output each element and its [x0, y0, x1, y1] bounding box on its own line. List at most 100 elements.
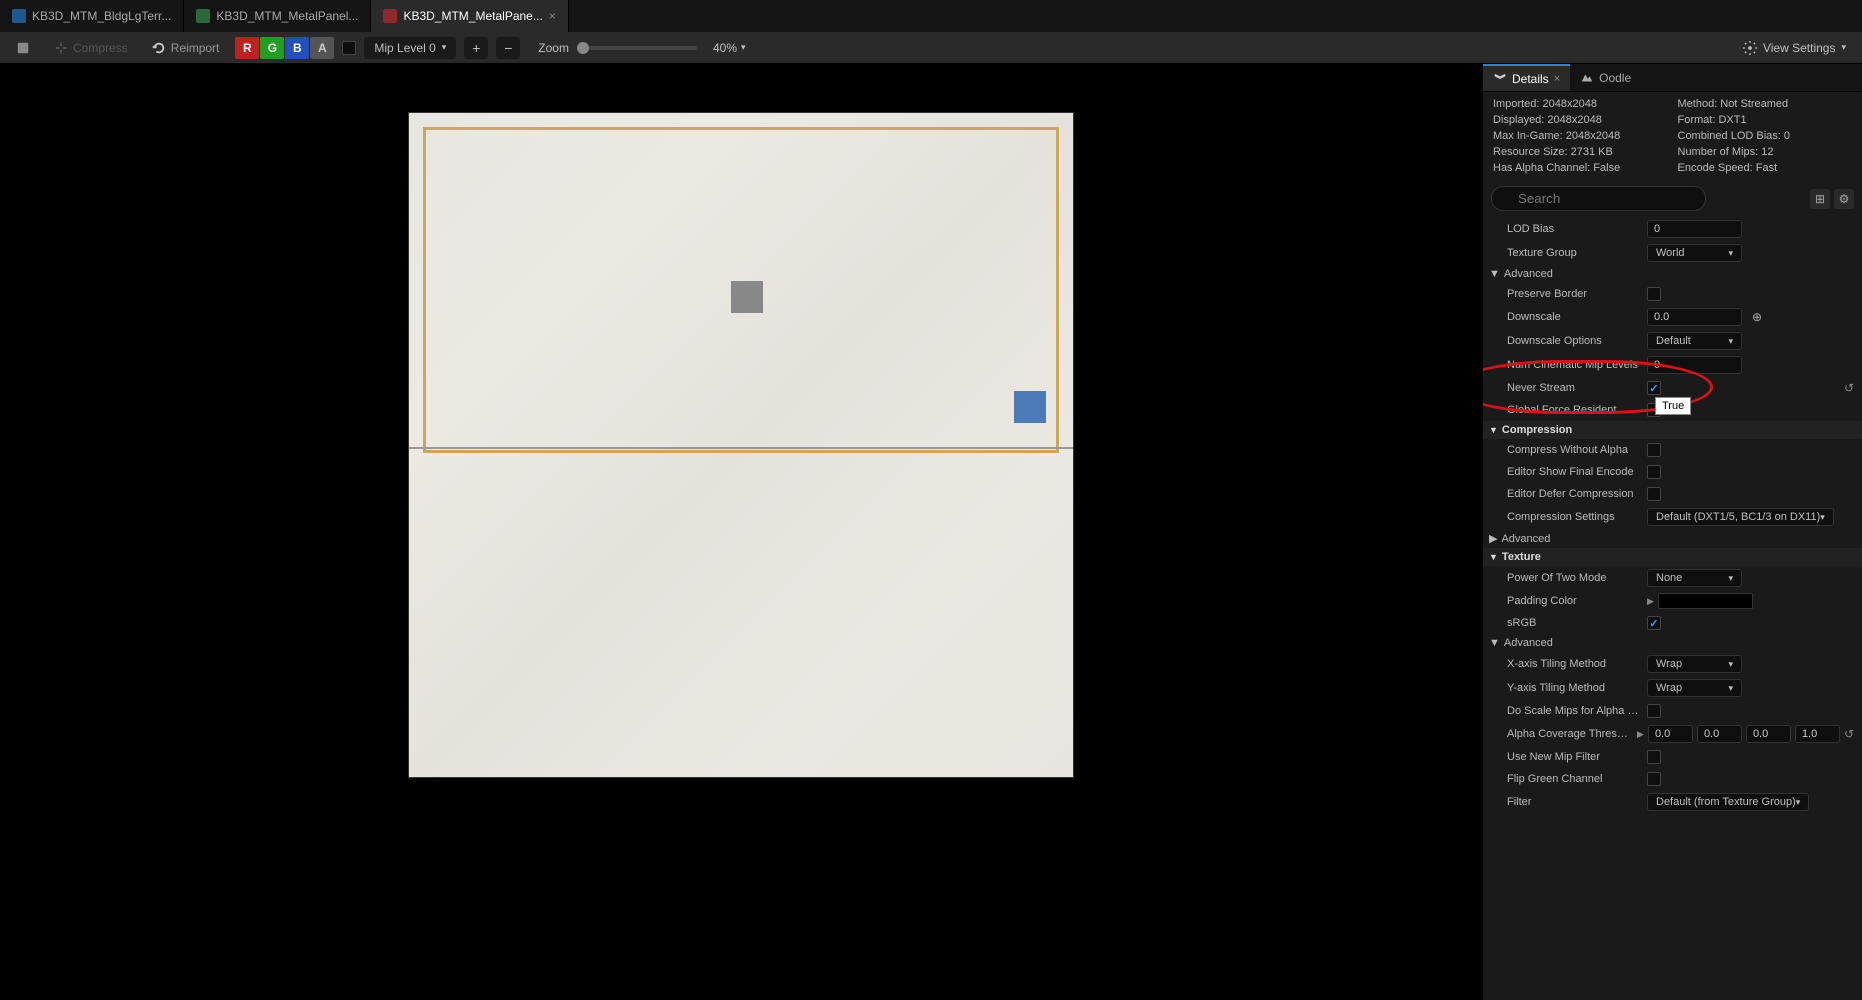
info-combined-lod: Combined LOD Bias: 0: [1678, 130, 1853, 142]
triangle-right-icon[interactable]: ▶: [1637, 729, 1644, 740]
zoom-slider[interactable]: [577, 46, 697, 50]
info-method: Method: Not Streamed: [1678, 98, 1853, 110]
channel-b-toggle[interactable]: B: [285, 37, 309, 59]
channel-r-toggle[interactable]: R: [235, 37, 259, 59]
texture-marker: [731, 281, 763, 313]
chevron-down-icon: ▾: [1728, 683, 1733, 694]
texture-preview: [408, 112, 1074, 778]
zoom-value-dropdown[interactable]: 40% ▾: [713, 41, 746, 55]
view-settings-dropdown[interactable]: View Settings ▾: [1735, 37, 1854, 59]
chevron-down-icon: ▾: [1728, 336, 1733, 347]
compress-wo-alpha-checkbox[interactable]: [1647, 443, 1661, 457]
prop-flip-green: Flip Green Channel: [1483, 768, 1862, 790]
oodle-icon: [1580, 71, 1594, 85]
prop-label: Do Scale Mips for Alpha Cove...: [1491, 705, 1639, 717]
lod-bias-input[interactable]: [1647, 220, 1742, 238]
srgb-checkbox[interactable]: [1647, 616, 1661, 630]
padding-color-swatch[interactable]: [1658, 593, 1753, 609]
channel-g-toggle[interactable]: G: [260, 37, 284, 59]
save-icon: [16, 41, 30, 55]
triangle-right-icon[interactable]: ▶: [1647, 596, 1654, 607]
mip-level-dropdown[interactable]: Mip Level 0 ▾: [364, 37, 456, 59]
alpha-cov-2-input[interactable]: [1746, 725, 1791, 743]
zoom-value: 40%: [713, 41, 737, 55]
details-icon: [1493, 72, 1507, 86]
advanced-toggle[interactable]: ▶Advanced: [1483, 529, 1862, 548]
editor-defer-checkbox[interactable]: [1647, 487, 1661, 501]
prop-lod-bias: LOD Bias: [1483, 217, 1862, 241]
prop-compress-wo-alpha: Compress Without Alpha: [1483, 439, 1862, 461]
prop-padding-color: Padding Color ▶: [1483, 590, 1862, 612]
section-compression[interactable]: ▼Compression: [1483, 421, 1862, 439]
info-imported: Imported: 2048x2048: [1493, 98, 1668, 110]
alpha-cov-0-input[interactable]: [1648, 725, 1693, 743]
preserve-border-checkbox[interactable]: [1647, 287, 1661, 301]
y-tiling-dropdown[interactable]: Wrap▾: [1647, 679, 1742, 697]
editor-show-final-checkbox[interactable]: [1647, 465, 1661, 479]
reimport-icon: [152, 41, 166, 55]
texture-viewport[interactable]: [0, 64, 1482, 1000]
settings-gear-button[interactable]: ⚙: [1834, 189, 1854, 209]
alpha-cov-3-input[interactable]: [1795, 725, 1840, 743]
num-cinematic-input[interactable]: [1647, 356, 1742, 374]
compress-button[interactable]: Compress: [46, 37, 136, 59]
alpha-cov-1-input[interactable]: [1697, 725, 1742, 743]
power-of-two-dropdown[interactable]: None▾: [1647, 569, 1742, 587]
property-list[interactable]: LOD Bias Texture Group World▾ ▼Advanced …: [1483, 217, 1862, 1000]
add-icon[interactable]: ⊕: [1752, 310, 1762, 324]
save-button[interactable]: [8, 37, 38, 59]
texture-group-dropdown[interactable]: World▾: [1647, 244, 1742, 262]
prop-num-cinematic: Num Cinematic Mip Levels: [1483, 353, 1862, 377]
close-icon[interactable]: ×: [1554, 73, 1560, 85]
alpha-preview-checkbox[interactable]: [342, 41, 356, 55]
property-matrix-button[interactable]: ⊞: [1810, 189, 1830, 209]
reimport-button[interactable]: Reimport: [144, 37, 228, 59]
downscale-options-dropdown[interactable]: Default▾: [1647, 332, 1742, 350]
do-scale-mips-checkbox[interactable]: [1647, 704, 1661, 718]
texture-icon: [12, 9, 26, 23]
advanced-toggle[interactable]: ▼Advanced: [1483, 265, 1862, 283]
close-icon[interactable]: ×: [549, 9, 556, 23]
flip-green-checkbox[interactable]: [1647, 772, 1661, 786]
filter-dropdown[interactable]: Default (from Texture Group)▾: [1647, 793, 1809, 811]
rgba-channel-group: R G B A: [235, 37, 334, 59]
reimport-label: Reimport: [171, 41, 220, 55]
prop-label: Num Cinematic Mip Levels: [1491, 359, 1639, 371]
reset-to-default-icon[interactable]: ↺: [1844, 381, 1854, 395]
mip-minus-button[interactable]: −: [496, 37, 520, 59]
tab-details[interactable]: Details ×: [1483, 64, 1570, 91]
prop-srgb: sRGB: [1483, 612, 1862, 634]
tab-bldglgterr[interactable]: KB3D_MTM_BldgLgTerr...: [0, 0, 184, 32]
prop-compression-settings: Compression Settings Default (DXT1/5, BC…: [1483, 505, 1862, 529]
section-texture[interactable]: ▼Texture: [1483, 548, 1862, 566]
chevron-down-icon: ▾: [1820, 512, 1825, 523]
reset-to-default-icon[interactable]: ↺: [1844, 727, 1854, 741]
prop-use-new-mip-filter: Use New Mip Filter: [1483, 746, 1862, 768]
prop-label: Preserve Border: [1491, 288, 1639, 300]
tab-metalpanel-1[interactable]: KB3D_MTM_MetalPanel...: [184, 0, 371, 32]
texture-marker: [1014, 391, 1046, 423]
use-new-mip-checkbox[interactable]: [1647, 750, 1661, 764]
zoom-slider-handle[interactable]: [577, 42, 589, 54]
prop-label: Never Stream: [1491, 382, 1639, 394]
prop-preserve-border: Preserve Border: [1483, 283, 1862, 305]
never-stream-checkbox[interactable]: [1647, 381, 1661, 395]
x-tiling-dropdown[interactable]: Wrap▾: [1647, 655, 1742, 673]
tab-metalpanel-2[interactable]: KB3D_MTM_MetalPane... ×: [371, 0, 568, 32]
search-input[interactable]: [1491, 186, 1706, 211]
triangle-down-icon: ▼: [1489, 637, 1500, 649]
tab-oodle[interactable]: Oodle: [1570, 64, 1641, 91]
texture-info: Imported: 2048x2048 Method: Not Streamed…: [1483, 92, 1862, 180]
prop-editor-defer: Editor Defer Compression: [1483, 483, 1862, 505]
advanced-toggle[interactable]: ▼Advanced: [1483, 634, 1862, 652]
prop-label: Compress Without Alpha: [1491, 444, 1639, 456]
oodle-label: Oodle: [1599, 71, 1631, 85]
downscale-input[interactable]: [1647, 308, 1742, 326]
prop-y-tiling: Y-axis Tiling Method Wrap▾: [1483, 676, 1862, 700]
compression-settings-dropdown[interactable]: Default (DXT1/5, BC1/3 on DX11)▾: [1647, 508, 1834, 526]
channel-a-toggle[interactable]: A: [310, 37, 334, 59]
texture-icon: [196, 9, 210, 23]
prop-downscale: Downscale ⊕: [1483, 305, 1862, 329]
mip-plus-button[interactable]: +: [464, 37, 488, 59]
prop-label: Downscale Options: [1491, 335, 1639, 347]
